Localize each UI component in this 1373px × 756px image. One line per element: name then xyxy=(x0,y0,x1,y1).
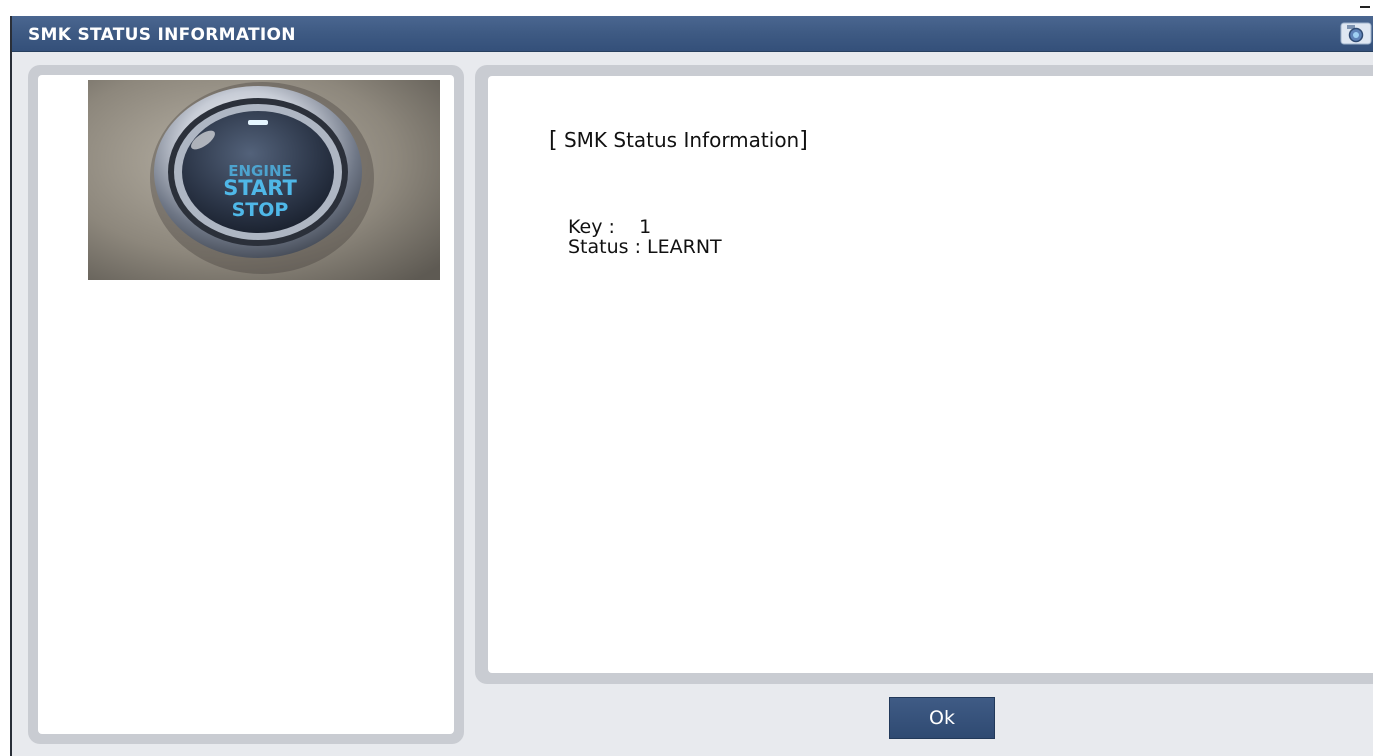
corner-mark xyxy=(1360,6,1370,8)
right-info-panel: [ SMK Status Information] Key : 1 Status… xyxy=(475,65,1373,684)
left-image-panel-inner: ENGINE START STOP xyxy=(38,75,454,734)
header-open-bracket: [ xyxy=(549,128,558,153)
camera-icon[interactable] xyxy=(1339,21,1373,46)
left-image-panel: ENGINE START STOP xyxy=(28,65,464,744)
right-info-panel-inner: [ SMK Status Information] Key : 1 Status… xyxy=(488,76,1373,673)
header-text: SMK Status Information xyxy=(557,128,800,152)
title-bar: SMK STATUS INFORMATION xyxy=(12,16,1373,52)
engine-start-stop-button-image: ENGINE START STOP xyxy=(88,80,440,280)
window-title: SMK STATUS INFORMATION xyxy=(28,25,296,45)
smk-status-window: SMK STATUS INFORMATION ENGINE START STOP… xyxy=(10,16,1373,756)
status-value: LEARNT xyxy=(647,236,722,258)
status-label: Status : xyxy=(568,236,641,258)
key-label: Key : xyxy=(568,216,615,238)
svg-text:START: START xyxy=(223,176,297,200)
key-row: Key : 1 xyxy=(568,217,722,237)
key-value: 1 xyxy=(639,216,652,238)
status-row: Status : LEARNT xyxy=(568,237,722,257)
ok-button[interactable]: Ok xyxy=(889,697,995,739)
header-close-bracket: ] xyxy=(799,128,808,153)
svg-text:STOP: STOP xyxy=(232,199,289,221)
info-section-header: [ SMK Status Information] xyxy=(549,128,808,153)
status-details: Key : 1 Status : LEARNT xyxy=(568,217,722,257)
